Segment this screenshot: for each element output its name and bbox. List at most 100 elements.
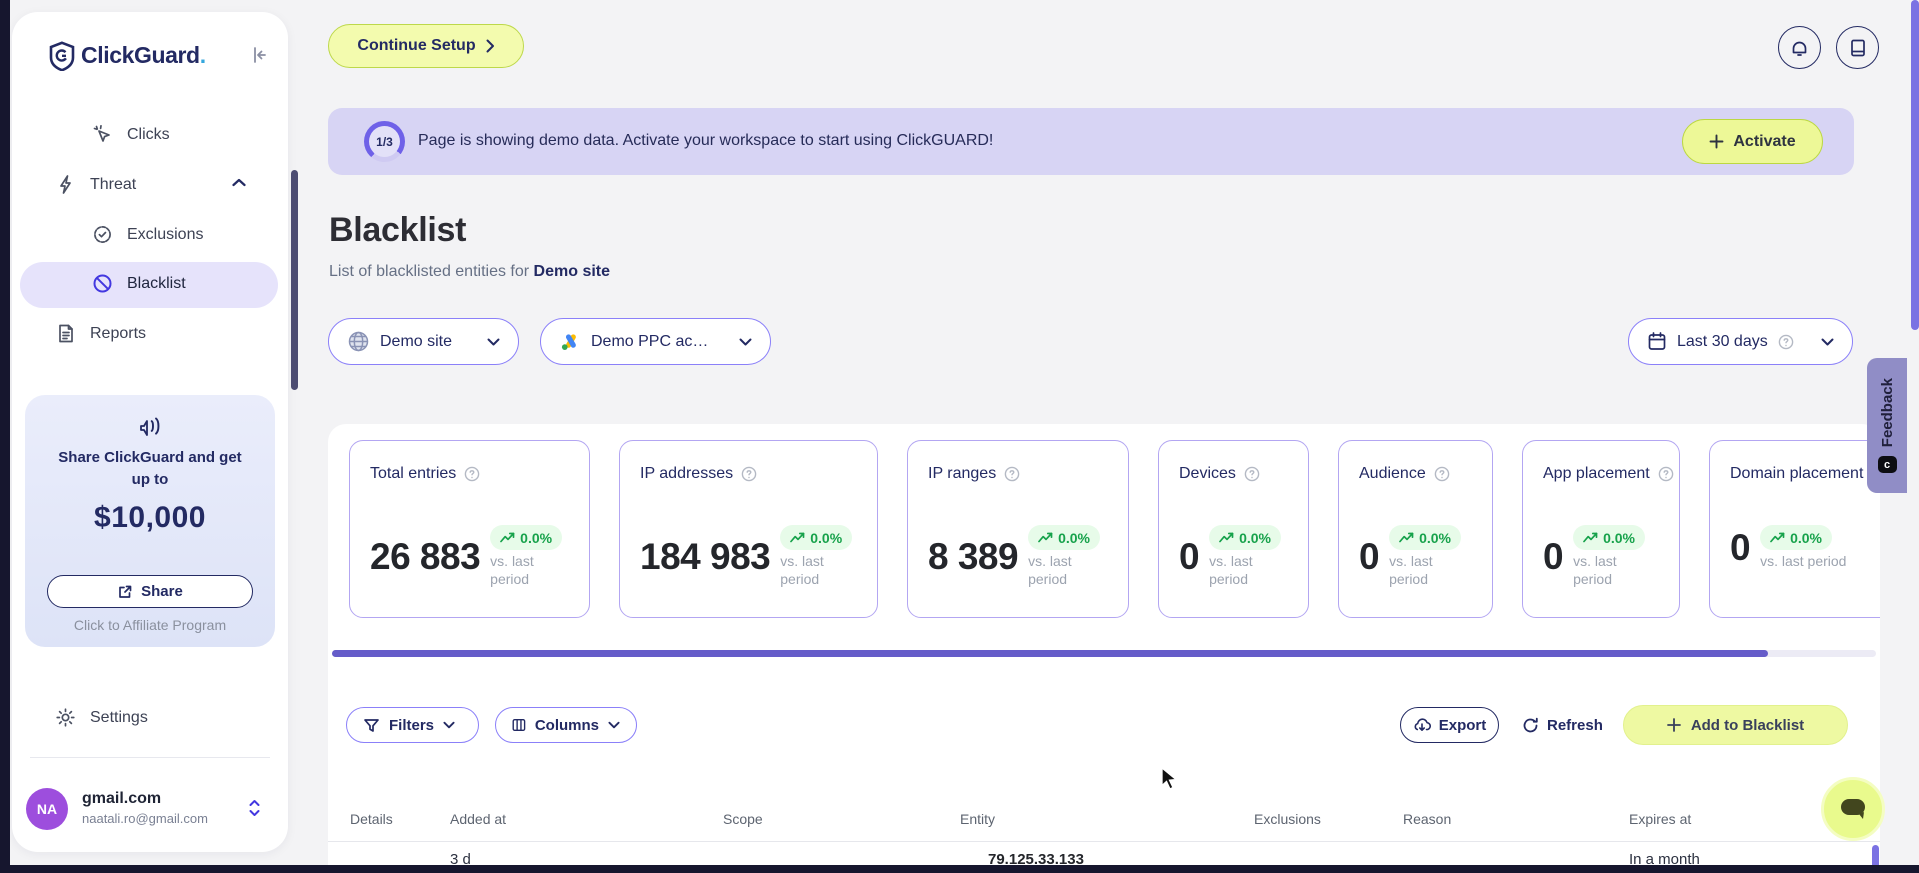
sidebar-item-blacklist[interactable]: Blacklist	[92, 273, 186, 294]
stat-label: Total entries	[370, 465, 457, 482]
column-header[interactable]: Expires at	[1629, 811, 1691, 827]
delta-value: 0.0%	[1058, 529, 1091, 546]
sidebar-collapse-icon[interactable]	[248, 44, 270, 66]
stat-card: Audience 0 0.0% vs. last period	[1338, 440, 1493, 618]
account-workspace: gmail.com	[82, 790, 162, 807]
plus-icon	[1709, 134, 1724, 149]
delta-badge: 0.0%	[1760, 525, 1832, 550]
screen-bottom-edge	[0, 865, 1919, 873]
refresh-icon	[1523, 717, 1538, 732]
filters-button[interactable]: Filters	[346, 707, 479, 743]
add-to-blacklist-button[interactable]: Add to Blacklist	[1623, 705, 1848, 745]
sidebar-item-settings[interactable]: Settings	[55, 707, 148, 728]
columns-label: Columns	[534, 716, 599, 734]
delta-value: 0.0%	[1419, 529, 1451, 546]
share-button[interactable]: Share	[47, 575, 253, 608]
vs-last-period-label: vs. last period	[1573, 553, 1617, 587]
chat-widget-button[interactable]	[1821, 777, 1885, 841]
trend-up-icon	[500, 532, 515, 543]
ppc-account-value: Demo PPC ac…	[591, 332, 709, 350]
account-switcher[interactable]: NA gmail.com naatali.ro@gmail.com	[26, 788, 276, 834]
table-header-row: Details Added at Scope Entity Exclusions Reas…	[328, 811, 1880, 831]
docs-button[interactable]	[1836, 26, 1879, 69]
help-icon[interactable]	[1658, 466, 1674, 482]
clickguard-shield-icon	[49, 41, 75, 71]
divider	[328, 841, 1880, 842]
promo-footer[interactable]: Click to Affiliate Program	[25, 617, 275, 633]
delta-value: 0.0%	[810, 529, 843, 546]
help-icon[interactable]	[1778, 334, 1794, 350]
stat-card: App placement 0 0.0% vs. last period	[1522, 440, 1680, 618]
trend-up-icon	[790, 532, 805, 543]
vs-last-period-label: vs. last period	[1760, 553, 1847, 569]
megaphone-icon	[140, 417, 160, 436]
sidebar-item-threat[interactable]: Threat	[56, 174, 136, 195]
page-scrollbar-thumb[interactable]	[1911, 0, 1919, 330]
export-button[interactable]: Export	[1400, 707, 1499, 743]
sidebar-item-exclusions[interactable]: Exclusions	[92, 224, 203, 245]
column-header[interactable]: Scope	[723, 811, 763, 827]
columns-icon	[512, 719, 526, 731]
notifications-button[interactable]	[1778, 26, 1821, 69]
export-label: Export	[1438, 716, 1487, 734]
delta-badge: 0.0%	[780, 525, 853, 550]
delta-badge: 0.0%	[1028, 525, 1101, 550]
stat-value: 0	[1543, 536, 1564, 577]
chevron-right-icon	[486, 39, 494, 53]
delta-value: 0.0%	[1790, 529, 1822, 546]
document-icon	[56, 323, 76, 344]
column-header[interactable]: Added at	[450, 811, 506, 827]
feedback-smiley-icon: c	[1877, 456, 1897, 474]
brand-logo[interactable]: ClickGuard.	[49, 39, 269, 73]
stat-value: 0	[1359, 536, 1380, 577]
vs-last-period-label: vs. last period	[490, 553, 534, 587]
gear-icon	[55, 707, 76, 728]
columns-button[interactable]: Columns	[495, 707, 637, 743]
help-icon[interactable]	[464, 466, 480, 482]
stat-card: IP addresses 184 983 0.0% vs. last perio…	[619, 440, 878, 618]
site-selector[interactable]: Demo site	[328, 318, 519, 365]
stat-card: Domain placement 0 0.0% vs. last period	[1709, 440, 1880, 618]
sidebar-scrollbar[interactable]	[291, 170, 298, 390]
add-to-blacklist-label: Add to Blacklist	[1690, 716, 1805, 734]
help-icon[interactable]	[1434, 466, 1450, 482]
stat-card: Devices 0 0.0% vs. last period	[1158, 440, 1309, 618]
badge-check-icon	[92, 224, 113, 245]
feedback-tab[interactable]: Feedback c	[1867, 358, 1907, 493]
refresh-button[interactable]: Refresh	[1522, 707, 1603, 743]
sidebar-item-label: Threat	[90, 175, 137, 193]
column-header[interactable]: Details	[350, 811, 393, 827]
trend-up-icon	[1583, 532, 1598, 543]
sidebar: ClickGuard. Clicks Threat Exclusions Bla…	[12, 12, 288, 852]
activate-button[interactable]: Activate	[1682, 119, 1823, 164]
activate-label: Activate	[1733, 132, 1796, 150]
column-header[interactable]: Reason	[1403, 811, 1451, 827]
chevron-up-icon[interactable]	[232, 178, 246, 187]
column-header[interactable]: Exclusions	[1254, 811, 1321, 827]
continue-setup-button[interactable]: Continue Setup	[328, 24, 524, 68]
filter-icon	[364, 718, 379, 732]
help-icon[interactable]	[741, 466, 757, 482]
account-email: naatali.ro@gmail.com	[82, 811, 208, 826]
settings-label: Settings	[90, 708, 148, 726]
sidebar-item-reports[interactable]: Reports	[56, 323, 146, 344]
brand-dot: .	[199, 42, 206, 68]
stats-scrollbar-thumb[interactable]	[332, 650, 1768, 657]
trend-up-icon	[1770, 532, 1785, 543]
help-icon[interactable]	[1004, 466, 1020, 482]
stat-value: 0	[1179, 536, 1200, 577]
vs-last-period-label: vs. last period	[1209, 553, 1253, 587]
ppc-account-selector[interactable]: Demo PPC ac…	[540, 318, 771, 365]
affiliate-promo-card: Share ClickGuard and get up to $10,000 S…	[25, 395, 275, 647]
app-window: ClickGuard. Clicks Threat Exclusions Bla…	[0, 0, 1919, 873]
stat-label: Domain placement	[1730, 465, 1864, 482]
column-header[interactable]: Entity	[960, 811, 995, 827]
date-range-selector[interactable]: Last 30 days	[1628, 318, 1853, 365]
chevron-down-icon	[739, 338, 752, 346]
delta-badge: 0.0%	[1209, 525, 1281, 550]
book-icon	[1850, 39, 1865, 56]
sidebar-item-clicks[interactable]: Clicks	[92, 124, 170, 145]
cloud-download-icon	[1414, 718, 1431, 731]
help-icon[interactable]	[1244, 466, 1260, 482]
delta-badge: 0.0%	[1389, 525, 1461, 550]
